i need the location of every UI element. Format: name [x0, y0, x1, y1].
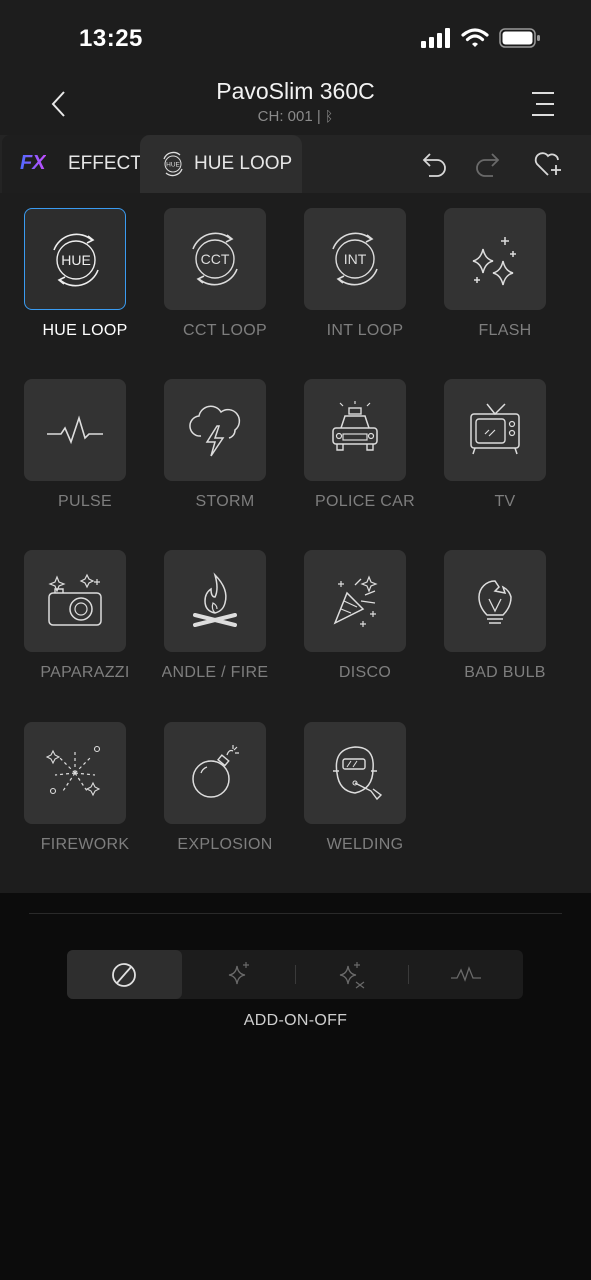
- status-icons: [421, 28, 541, 48]
- svg-text:HUE: HUE: [61, 252, 91, 268]
- effect-cct-loop[interactable]: CCT: [164, 208, 266, 310]
- effect-tv[interactable]: [444, 379, 546, 481]
- addon-sparkle-button[interactable]: [182, 950, 295, 999]
- wifi-icon: [461, 28, 489, 47]
- welding-mask-icon: [333, 746, 383, 801]
- favorite-add-icon[interactable]: [532, 148, 564, 180]
- effect-label: POLICE CAR: [315, 493, 415, 510]
- menu-icon[interactable]: [526, 88, 560, 120]
- tv-icon: [470, 403, 520, 455]
- effect-label: BAD BULB: [464, 664, 546, 681]
- effect-label: TV: [494, 493, 516, 510]
- broken-bulb-icon: [478, 580, 512, 624]
- effect-paparazzi[interactable]: [24, 550, 126, 652]
- camera-icon: [48, 573, 102, 626]
- police-car-icon: [332, 401, 378, 451]
- effect-label: PAPARAZZI: [40, 664, 130, 681]
- effect-disco[interactable]: [304, 550, 406, 652]
- storm-cloud-icon: [189, 405, 241, 457]
- fx-logo: FX: [20, 152, 46, 174]
- status-time: 13:25: [79, 25, 143, 52]
- effect-flash[interactable]: [444, 208, 546, 310]
- sparkle-shuffle-icon: [339, 962, 365, 989]
- hue-loop-icon: HUE: [53, 233, 99, 287]
- campfire-icon: [193, 572, 237, 627]
- tab-effect[interactable]: FX EFFECT: [2, 135, 152, 193]
- pulse-icon: [47, 415, 103, 445]
- redo-icon[interactable]: [473, 148, 505, 180]
- effect-label: HUE LOOP: [42, 322, 128, 339]
- tab-hue-loop[interactable]: HUE HUE LOOP: [140, 135, 302, 193]
- channel-text: CH: 001 |: [257, 108, 321, 125]
- hue-loop-tab-icon: HUE: [163, 151, 183, 177]
- effect-label: WELDING: [326, 836, 404, 853]
- addon-pulse-button[interactable]: [409, 950, 523, 999]
- effect-police-car[interactable]: [304, 379, 406, 481]
- off-icon: [112, 963, 136, 987]
- effect-candle-fire[interactable]: [164, 550, 266, 652]
- effect-label: CCT LOOP: [183, 322, 267, 339]
- effect-label: STORM: [195, 493, 255, 510]
- effect-label: PULSE: [58, 493, 112, 510]
- pulse-wave-icon: [451, 966, 481, 982]
- addon-status-label: ADD-ON-OFF: [243, 1012, 348, 1029]
- cct-loop-icon: CCT: [192, 232, 238, 286]
- effect-int-loop[interactable]: INT: [304, 208, 406, 310]
- effect-label: DISCO: [338, 664, 392, 681]
- device-title: PavoSlim 360C: [216, 78, 375, 104]
- addon-sparkle-shuffle-button[interactable]: [296, 950, 408, 999]
- effect-explosion[interactable]: [164, 722, 266, 824]
- tab-hue-loop-label: HUE LOOP: [194, 153, 293, 174]
- effect-hue-loop[interactable]: HUE: [24, 208, 126, 310]
- effect-welding[interactable]: [304, 722, 406, 824]
- svg-text:CCT: CCT: [201, 251, 230, 267]
- svg-text:HUE: HUE: [166, 162, 180, 169]
- effect-label: FIREWORK: [40, 836, 130, 853]
- undo-icon[interactable]: [417, 148, 449, 180]
- addon-off-button[interactable]: [67, 950, 182, 999]
- effect-storm[interactable]: [164, 379, 266, 481]
- int-loop-icon: INT: [332, 232, 378, 286]
- effect-label: CANDLE / FIRE: [162, 664, 269, 681]
- battery-icon: [499, 28, 540, 48]
- effect-label: EXPLOSION: [177, 836, 273, 853]
- effect-firework[interactable]: [24, 722, 126, 824]
- divider: [29, 913, 562, 914]
- signal-icon: [421, 28, 450, 48]
- bomb-icon: [192, 745, 239, 798]
- addon-selector: [67, 950, 523, 999]
- channel-subtitle: CH: 001 | ᛒ: [0, 108, 591, 125]
- firework-icon: [45, 745, 101, 797]
- effect-bad-bulb[interactable]: [444, 550, 546, 652]
- flash-sparkle-icon: [472, 237, 516, 286]
- effect-label: INT LOOP: [326, 322, 404, 339]
- party-popper-icon: [333, 575, 378, 627]
- tab-effect-label: EFFECT: [68, 153, 142, 174]
- svg-text:INT: INT: [344, 251, 367, 267]
- effect-pulse[interactable]: [24, 379, 126, 481]
- sparkle-icon: [228, 962, 249, 985]
- bluetooth-icon: ᛒ: [324, 108, 334, 124]
- effect-label: FLASH: [478, 322, 532, 339]
